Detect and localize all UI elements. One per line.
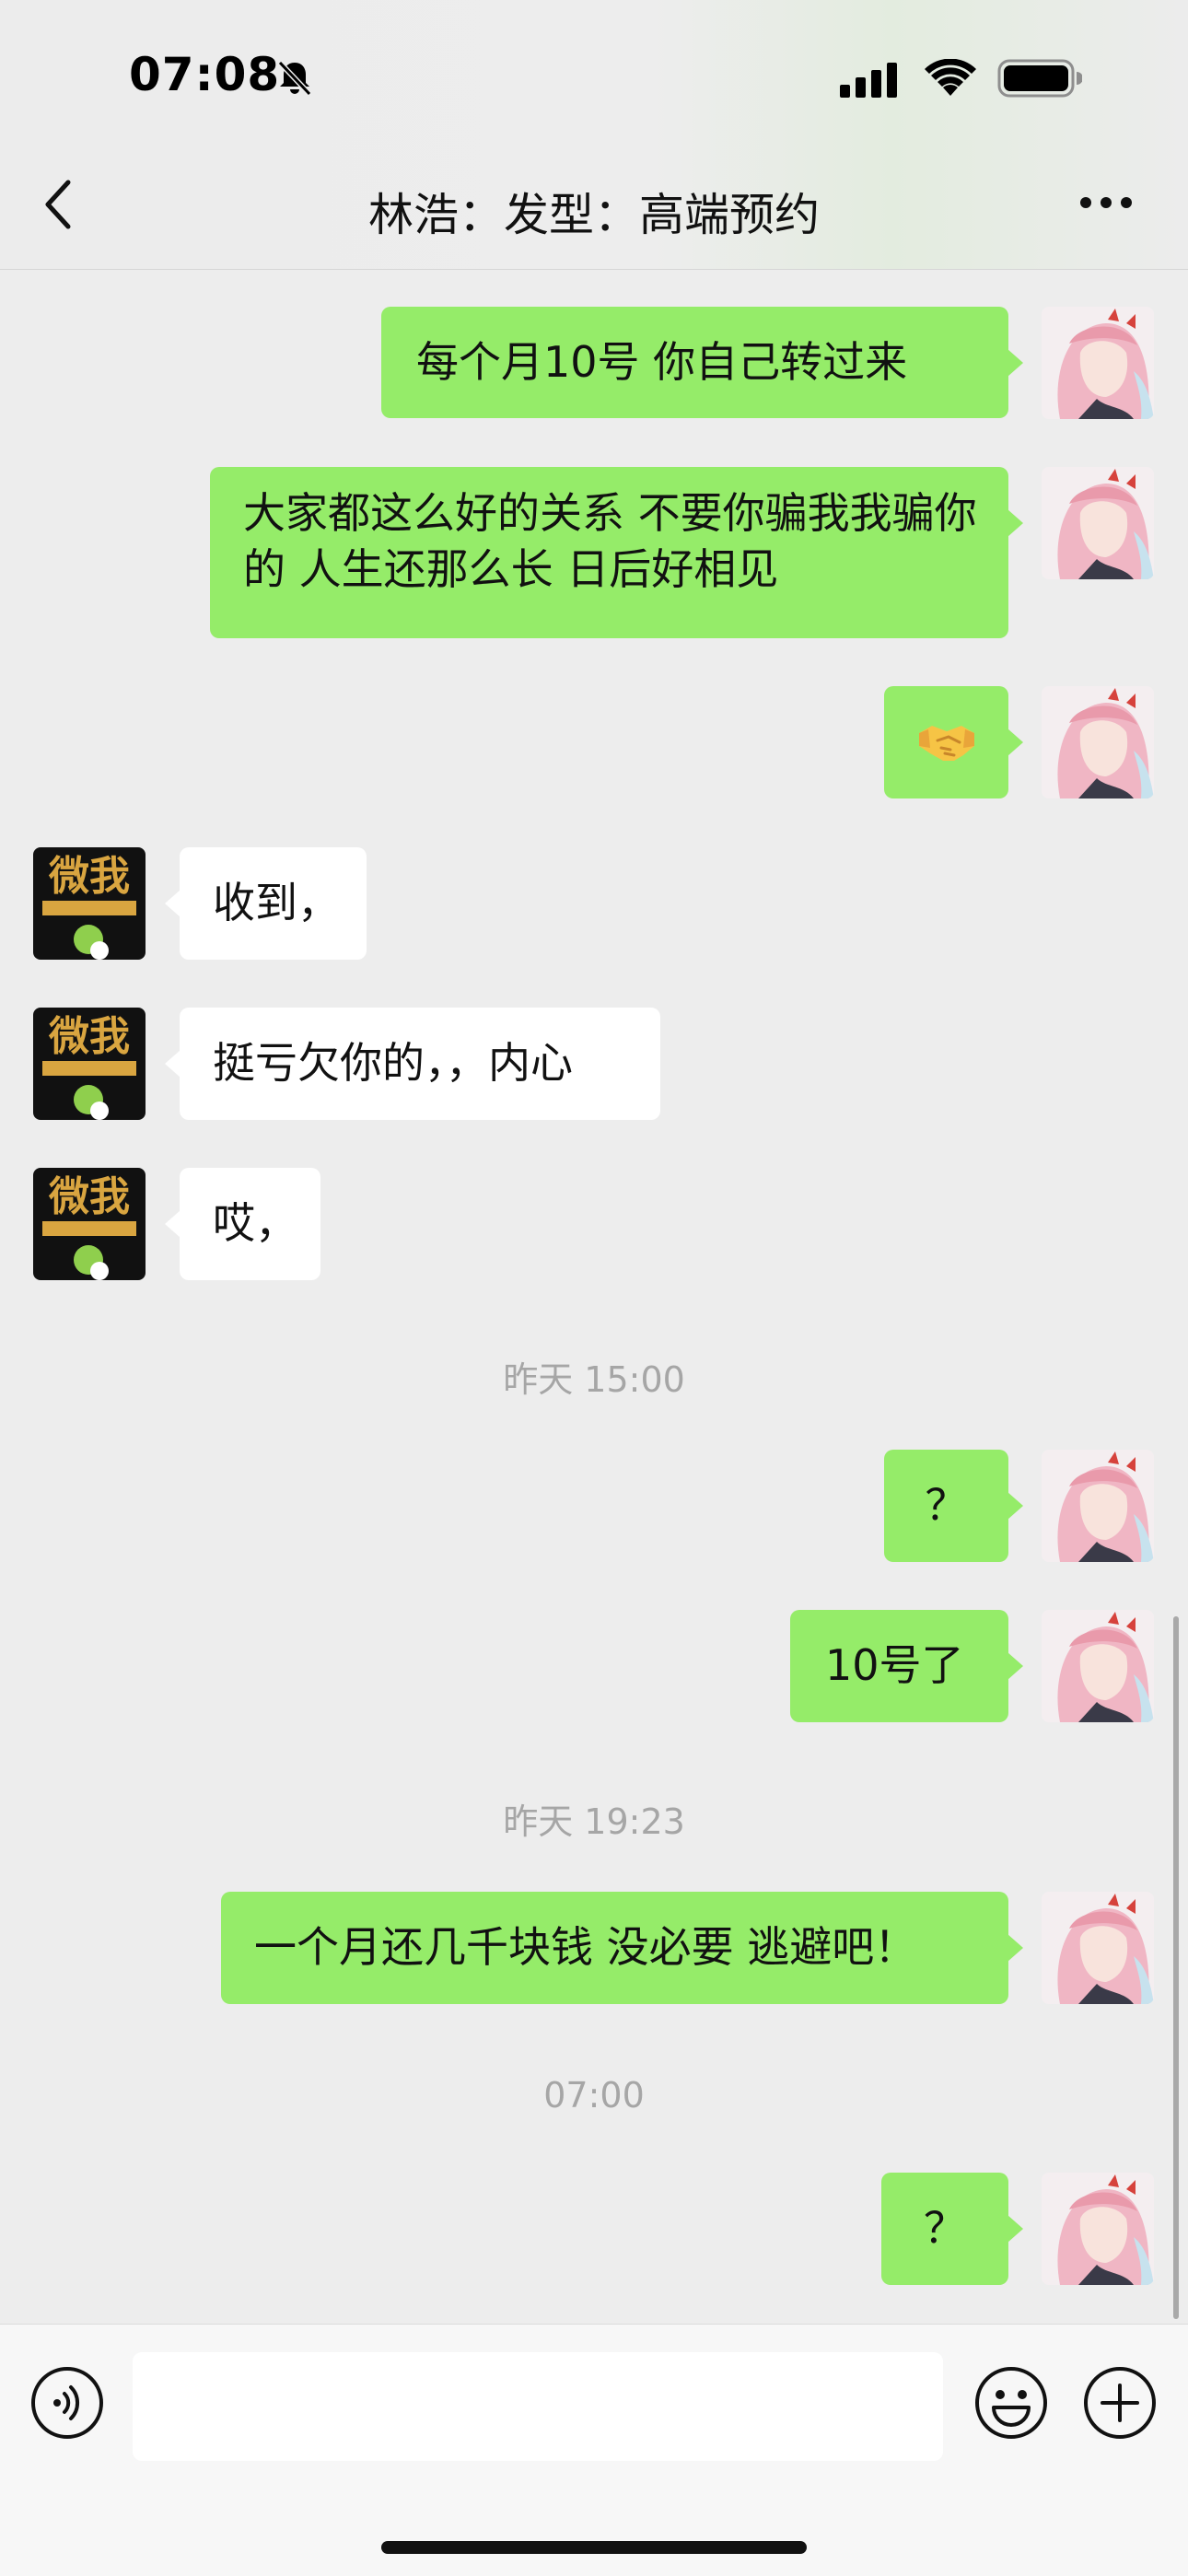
- message-bubble-received[interactable]: 挺亏欠你的，，内心: [165, 1008, 660, 1120]
- my-avatar[interactable]: [1042, 1450, 1154, 1562]
- more-dots-icon[interactable]: [1079, 196, 1133, 209]
- message-bubble-sent[interactable]: 10号了: [790, 1610, 1023, 1722]
- message-text: 大家都这么好的关系 不要你骗我我骗你的 人生还那么长 日后好相见: [243, 488, 977, 594]
- my-avatar[interactable]: [1042, 686, 1154, 798]
- avatar-logo-text: 微我: [48, 1013, 130, 1060]
- bell-muted-icon: [277, 60, 312, 97]
- status-time: 07:08: [129, 48, 281, 101]
- emoji-icon[interactable]: [973, 2365, 1049, 2441]
- battery-icon: [997, 59, 1082, 98]
- contact-avatar[interactable]: 微我: [33, 847, 146, 960]
- message-text: 每个月10号 你自己转过来: [416, 337, 908, 387]
- anime-girl-avatar-image: [1042, 307, 1154, 419]
- message-list[interactable]: 每个月10号 你自己转过来 大家都这么好的关系 不要你骗我我骗你的 人生还那么长…: [0, 270, 1188, 2324]
- my-avatar[interactable]: [1042, 1610, 1154, 1722]
- timestamp: 07:00: [543, 2075, 645, 2116]
- message-text: ？: [925, 1480, 968, 1530]
- message-input[interactable]: [133, 2352, 943, 2461]
- message-bubble-sent[interactable]: 大家都这么好的关系 不要你骗我我骗你的 人生还那么长 日后好相见: [210, 467, 1023, 638]
- home-indicator: [381, 2541, 807, 2554]
- avatar-logo-text: 微我: [48, 1173, 130, 1220]
- contact-avatar-image: 微我: [33, 847, 146, 960]
- message-text: 挺亏欠你的，，内心: [213, 1038, 573, 1088]
- message-text: 收到，: [213, 878, 340, 927]
- voice-icon[interactable]: [29, 2365, 105, 2441]
- timestamp: 昨天 19:23: [503, 1801, 685, 1842]
- contact-avatar-image: 微我: [33, 1168, 146, 1280]
- my-avatar[interactable]: [1042, 307, 1154, 419]
- message-bubble-sent[interactable]: [884, 686, 1023, 798]
- anime-girl-avatar-image: [1042, 467, 1154, 579]
- message-text: 哎，: [213, 1198, 297, 1248]
- anime-girl-avatar-image: [1042, 1450, 1154, 1562]
- input-bar: [0, 2324, 1188, 2576]
- handshake-emoji: [919, 726, 974, 761]
- message-text: ？: [924, 2203, 966, 2253]
- message-bubble-sent[interactable]: ？: [881, 2173, 1023, 2285]
- contact-avatar-image: 微我: [33, 1008, 146, 1120]
- message-bubble-sent[interactable]: ？: [884, 1450, 1023, 1562]
- my-avatar[interactable]: [1042, 467, 1154, 579]
- avatar-logo-text: 微我: [48, 853, 130, 900]
- message-text: 一个月还几千块钱 没必要 逃避吧！: [254, 1922, 917, 1972]
- my-avatar[interactable]: [1042, 1892, 1154, 2004]
- timestamp: 昨天 15:00: [503, 1359, 685, 1400]
- top-bar: 07:08 林浩：发型：高端预约: [0, 0, 1188, 270]
- message-bubble-received[interactable]: 收到，: [165, 847, 367, 960]
- contact-avatar[interactable]: 微我: [33, 1168, 146, 1280]
- plus-icon[interactable]: [1082, 2365, 1158, 2441]
- chat-title: 林浩：发型：高端预约: [367, 189, 820, 241]
- message-bubble-sent[interactable]: 每个月10号 你自己转过来: [381, 307, 1023, 418]
- anime-girl-avatar-image: [1042, 1892, 1154, 2004]
- anime-girl-avatar-image: [1042, 2173, 1154, 2285]
- cellular-signal-icon: [840, 63, 897, 98]
- message-text: 10号了: [825, 1640, 964, 1690]
- message-bubble-received[interactable]: 哎，: [165, 1168, 320, 1280]
- my-avatar[interactable]: [1042, 2173, 1154, 2285]
- anime-girl-avatar-image: [1042, 686, 1154, 798]
- wifi-icon: [925, 59, 976, 96]
- anime-girl-avatar-image: [1042, 1610, 1154, 1722]
- scrollbar[interactable]: [1173, 1616, 1179, 2319]
- message-bubble-sent[interactable]: 一个月还几千块钱 没必要 逃避吧！: [221, 1892, 1023, 2004]
- contact-avatar[interactable]: 微我: [33, 1008, 146, 1120]
